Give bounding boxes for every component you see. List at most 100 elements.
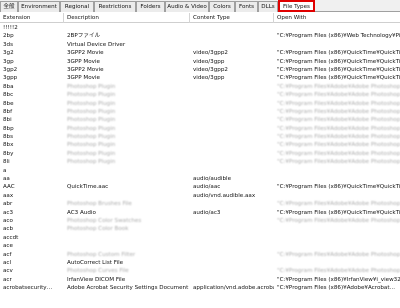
description-cell: 3GPP2 Movie (67, 66, 104, 73)
open-with-cell: "C:¥Program Files¥Adobe¥Adobe Photoshop… (277, 100, 400, 107)
open-with-cell: "C:¥Program Files¥Adobe¥Adobe Photoshop… (277, 108, 400, 115)
extension-cell: 3g2 (3, 50, 14, 57)
extension-cell: 8bs (3, 134, 14, 141)
description-cell: QuickTime.aac (67, 184, 109, 191)
table-row[interactable]: 3gp 3GPP Movie video/3gpp "C:¥Program Files… (0, 58, 400, 66)
tab-restrictions[interactable]: Restrictions (94, 1, 136, 12)
table-row[interactable]: 3gp2 3GPP2 Movie video/3gpp2 "C:¥Program Fi… (0, 66, 400, 74)
open-with-cell: "C:¥Program Files¥Adobe¥Adobe Photoshop… (277, 142, 400, 149)
description-cell (64, 234, 190, 242)
table-row[interactable]: 3gpp 3GPP Movie video/3gpp "C:¥Program File… (0, 74, 400, 82)
open-with-cell (274, 192, 400, 200)
extension-cell: 8be (3, 100, 14, 107)
description-cell: Photoshop Color Swatches (67, 217, 142, 224)
table-row[interactable]: 2bp 2BPファイル "C:¥Program Files (x86)¥Web Te… (0, 32, 400, 40)
description-cell: Photoshop Custom Filter (67, 251, 136, 258)
table-row[interactable]: 8bc Photoshop Plugin "C:¥Program Files¥Ado… (0, 91, 400, 99)
table-row[interactable]: ace (0, 242, 400, 250)
open-with-cell (274, 242, 400, 250)
table-row[interactable]: !!!!!2 (0, 24, 400, 32)
table-row[interactable]: acb Photoshop Color Book (0, 225, 400, 233)
open-with-cell: "C:¥Program Files¥Adobe¥Adobe Photoshop… (277, 83, 400, 90)
extension-cell: AAC (3, 184, 15, 191)
open-with-cell: "C:¥Program Files¥Adobe¥Adobe Photoshop… (277, 201, 400, 208)
table-row[interactable]: 3ds Virtual Device Driver (0, 41, 400, 49)
content-type-cell: audio/aac (193, 184, 221, 191)
table-row[interactable]: acrobatsecurity… Adobe Acrobat Security S… (0, 284, 400, 292)
description-cell: 2BPファイル (67, 33, 101, 40)
extension-cell: 8by (3, 150, 14, 157)
table-row[interactable]: 8li Photoshop Plugin "C:¥Program Files¥Ado… (0, 158, 400, 166)
tab-general[interactable]: 全般 (0, 1, 18, 12)
table-row[interactable]: 8bp Photoshop Plugin "C:¥Program Files¥Ado… (0, 125, 400, 133)
table-row[interactable]: acf Photoshop Custom Filter "C:¥Program Fi… (0, 251, 400, 259)
description-cell (64, 192, 190, 200)
content-type-cell: application/vnd.adobe.acrobat… (193, 285, 274, 292)
table-row[interactable]: acv Photoshop Curves File "C:¥Program File… (0, 267, 400, 275)
description-cell: Photoshop Plugin (67, 150, 116, 157)
open-with-cell (274, 175, 400, 183)
table-row[interactable]: 8be Photoshop Plugin "C:¥Program Files¥Ado… (0, 100, 400, 108)
table-row[interactable]: accdt (0, 234, 400, 242)
table-row[interactable]: 3g2 3GPP2 Movie video/3gpp2 "C:¥Program Fil… (0, 49, 400, 57)
description-cell: 3GPP2 Movie (67, 50, 104, 57)
description-cell: 3GPP Movie (67, 75, 100, 82)
table-row[interactable]: abr Photoshop Brushes File "C:¥Program Fil… (0, 200, 400, 208)
description-cell: Photoshop Plugin (67, 108, 116, 115)
extension-cell: aax (3, 192, 14, 199)
extension-cell: 8bi (3, 117, 12, 124)
table-row[interactable]: aax audio/vnd.audible.aax (0, 192, 400, 200)
table-row[interactable]: acl AutoCorrect List File (0, 259, 400, 267)
table-row[interactable]: aco Photoshop Color Swatches "C:¥Program F… (0, 217, 400, 225)
content-type-cell (190, 141, 274, 149)
content-type-cell (190, 200, 274, 208)
description-cell: Photoshop Plugin (67, 142, 116, 149)
open-with-cell: "C:¥Program Files¥Adobe¥Adobe Photoshop… (277, 251, 400, 258)
tab-colors[interactable]: Colors (209, 1, 235, 12)
description-cell (64, 167, 190, 175)
content-type-cell: video/3gpp (193, 58, 225, 65)
column-header-description[interactable]: Description (64, 13, 190, 23)
tab-folders[interactable]: Folders (136, 1, 165, 12)
open-with-cell: "C:¥Program Files (x86)¥QuickTime¥QuickT… (277, 184, 400, 191)
content-type-cell (190, 150, 274, 158)
table-row[interactable]: 8bi Photoshop Plugin "C:¥Program Files¥Ado… (0, 116, 400, 124)
tab-regional[interactable]: Regional (60, 1, 94, 12)
extension-cell: 2bp (3, 33, 14, 40)
description-cell: IrfanView DICOM File (67, 276, 126, 283)
table-row[interactable]: aa audio/audible (0, 175, 400, 183)
content-type-cell (190, 108, 274, 116)
open-with-cell (274, 167, 400, 175)
content-type-cell: audio/audible (193, 176, 232, 183)
table-row[interactable]: ac3 AC3 Audio audio/ac3 "C:¥Program Files (… (0, 209, 400, 217)
description-cell: Photoshop Plugin (67, 117, 116, 124)
table-row[interactable]: 8bf Photoshop Plugin "C:¥Program Files¥Ado… (0, 108, 400, 116)
description-cell: Photoshop Color Book (67, 226, 129, 233)
tab-file-types[interactable]: File Types (278, 0, 315, 12)
table-row[interactable]: 8ba Photoshop Plugin "C:¥Program Files¥Ado… (0, 83, 400, 91)
extension-cell: 8li (3, 159, 10, 166)
tab-fonts[interactable]: Fonts (235, 1, 258, 12)
tab-audio-video[interactable]: Audio & Video (165, 1, 209, 12)
column-header-content-type[interactable]: Content Type (190, 13, 274, 23)
description-cell: 3GPP Movie (67, 58, 100, 65)
column-header-open-with[interactable]: Open With (274, 13, 400, 23)
table-row[interactable]: 8by Photoshop Plugin "C:¥Program Files¥Ado… (0, 150, 400, 158)
table-row[interactable]: 8bx Photoshop Plugin "C:¥Program Files¥Ado… (0, 141, 400, 149)
open-with-cell: "C:¥Program Files¥Adobe¥Adobe Photoshop… (277, 268, 400, 275)
description-cell: Photoshop Curves File (67, 268, 129, 275)
content-type-cell: audio/ac3 (193, 209, 221, 216)
table-row[interactable]: acr IrfanView DICOM File "C:¥Program Files… (0, 276, 400, 284)
description-cell (64, 24, 190, 32)
content-type-cell (190, 83, 274, 91)
table-row[interactable]: a (0, 167, 400, 175)
content-type-cell (190, 242, 274, 250)
tab-environment[interactable]: Environment (18, 1, 60, 12)
extension-cell: !!!!!2 (3, 25, 18, 31)
description-cell: Adobe Acrobat Security Settings Document (67, 285, 189, 292)
column-header-extension[interactable]: Extension (0, 13, 64, 23)
table-row[interactable]: 8bs Photoshop Plugin "C:¥Program Files¥Ado… (0, 133, 400, 141)
content-type-cell (190, 267, 274, 275)
tab-dlls[interactable]: DLLs (258, 1, 278, 12)
table-row[interactable]: AAC QuickTime.aac audio/aac "C:¥Program Fil… (0, 183, 400, 191)
